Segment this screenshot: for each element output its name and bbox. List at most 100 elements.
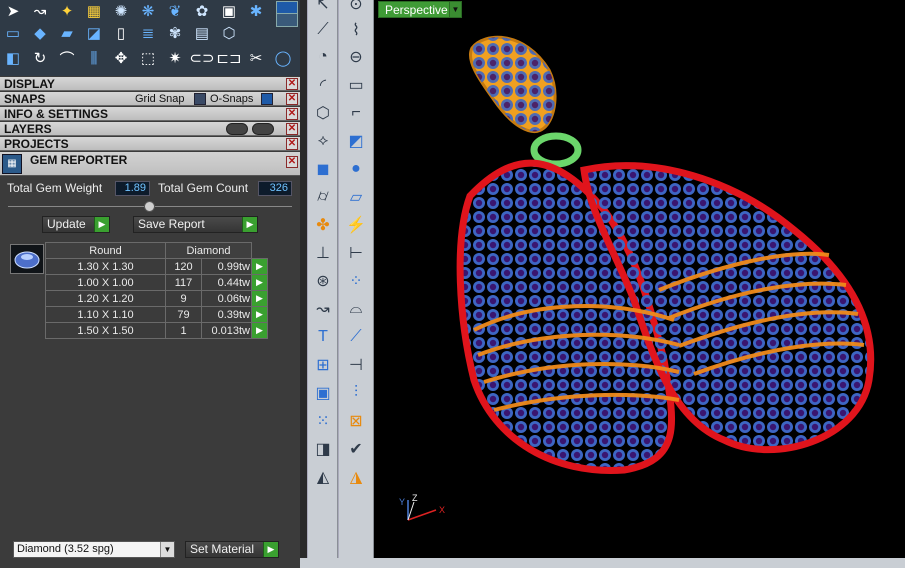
cubes-icon[interactable]: ◧ (0, 47, 26, 69)
curve-tool-icon[interactable]: ↝ (311, 297, 335, 321)
text-icon[interactable]: T (311, 325, 335, 349)
box-icon[interactable]: ◼ (311, 157, 335, 181)
snap-info-icon[interactable] (261, 93, 273, 105)
shape-icon[interactable]: ⬚ (135, 47, 161, 69)
rotate-icon[interactable]: ↻ (27, 47, 53, 69)
puzzle-icon[interactable]: ✤ (311, 213, 335, 237)
view-name-button[interactable]: Perspective (378, 1, 455, 18)
panel-slider-handle[interactable] (144, 201, 155, 212)
render-icon[interactable]: ◮ (344, 465, 368, 489)
file-icon[interactable]: ▯ (108, 22, 134, 44)
set-material-button[interactable]: Set Material ▶ (185, 541, 279, 558)
plane-icon[interactable]: ▱ (344, 185, 368, 209)
close-icon[interactable]: ✕ (286, 93, 298, 105)
leaf-icon[interactable]: ❦ (162, 0, 188, 22)
select-row-icon[interactable]: ▶ (251, 322, 268, 339)
chevron-down-icon[interactable]: ▼ (449, 1, 462, 18)
window-icon[interactable]: ▤ (189, 22, 215, 44)
select-row-icon[interactable]: ▶ (251, 290, 268, 307)
gem-sparkle-icon[interactable]: ✺ (108, 0, 134, 22)
circle-tool-icon[interactable]: ◔ (311, 45, 335, 69)
select-row-icon[interactable]: ▶ (251, 274, 268, 291)
cube-icon[interactable]: ▣ (311, 381, 335, 405)
hex-grid-icon[interactable]: ⬡ (216, 22, 242, 44)
prongs-icon[interactable]: ⫶ (344, 381, 368, 405)
grid-snap-label[interactable]: Grid Snap (135, 92, 185, 106)
stack-icon[interactable]: ≣ (135, 22, 161, 44)
arc-icon[interactable]: ◜ (311, 73, 335, 97)
page-icon[interactable]: ▰ (54, 22, 80, 44)
material-dropdown[interactable]: Diamond (3.52 spg) ▼ (13, 541, 175, 558)
circle-icon[interactable]: ◯ (270, 47, 296, 69)
table-row[interactable]: 1.30 X 1.30 120 0.99tw ▶ (45, 258, 268, 275)
section-layers[interactable]: LAYERS ✕ (0, 122, 300, 136)
select-row-icon[interactable]: ▶ (251, 258, 268, 275)
table-row[interactable]: 1.00 X 1.00 117 0.44tw ▶ (45, 274, 268, 291)
table-row[interactable]: 1.10 X 1.10 79 0.39tw ▶ (45, 306, 268, 323)
close-icon[interactable]: ✕ (286, 123, 298, 135)
section-snaps[interactable]: SNAPS Grid Snap O-Snaps ✕ (0, 92, 300, 106)
update-button[interactable]: Update ▶ (42, 216, 110, 233)
grid-snap-icon[interactable]: ▦ (81, 0, 107, 22)
gem-reporter-header[interactable]: ▦ GEM REPORTER ✕ (0, 152, 300, 176)
panel-toggle-icon[interactable] (276, 13, 298, 27)
curve-icon[interactable]: ↝ (27, 0, 53, 22)
split-icon[interactable]: ⊏⊐ (216, 47, 242, 69)
gem-cluster-icon[interactable]: ❋ (135, 0, 161, 22)
polyline-icon[interactable]: ⟋ (311, 18, 335, 42)
move-icon[interactable]: ✥ (108, 47, 134, 69)
surface-icon[interactable]: ◩ (344, 129, 368, 153)
polygon-icon[interactable]: ⬡ (311, 101, 335, 125)
edit-points-icon[interactable]: ⟡ (311, 129, 335, 153)
node-icon[interactable]: ⊙ (344, 0, 368, 16)
cut-icon[interactable]: ✂ (243, 47, 269, 69)
layer-visibility-icon[interactable] (226, 123, 248, 135)
measure-icon[interactable]: ⊠ (344, 409, 368, 433)
section-projects[interactable]: PROJECTS ✕ (0, 137, 300, 151)
section-display[interactable]: DISPLAY ✕ (0, 77, 300, 91)
chevron-down-icon[interactable]: ▼ (160, 542, 174, 557)
settings-flower-icon[interactable]: ✱ (243, 0, 269, 22)
solid-icon[interactable]: ◭ (311, 465, 335, 489)
bevel-icon[interactable]: ◪ (81, 22, 107, 44)
spheres-icon[interactable]: ● (344, 157, 368, 181)
save-report-button[interactable]: Save Report ▶ (133, 216, 258, 233)
table-row[interactable]: 1.20 X 1.20 9 0.06tw ▶ (45, 290, 268, 307)
gem-thumbnail[interactable] (10, 244, 44, 274)
o-snap-toggle-icon[interactable] (194, 93, 206, 105)
flower-icon[interactable]: ✿ (189, 0, 215, 22)
panel-divider[interactable] (300, 0, 307, 568)
select-arrow-icon[interactable]: ↖ (311, 0, 335, 16)
close-icon[interactable]: ✕ (286, 156, 298, 168)
bezier-icon[interactable]: ⌇ (344, 18, 368, 42)
table-row[interactable]: 1.50 X 1.50 1 0.013tw ▶ (45, 322, 268, 339)
mirror-icon[interactable]: ⫼ (81, 47, 107, 69)
fillet-icon[interactable]: ⌐ (344, 101, 368, 125)
diamond-icon[interactable]: ◆ (27, 22, 53, 44)
select-row-icon[interactable]: ▶ (251, 306, 268, 323)
eye-icon[interactable] (252, 123, 274, 135)
explode-icon[interactable]: ✷ (162, 47, 188, 69)
dimension-icon[interactable]: ⊢ (344, 241, 368, 265)
close-icon[interactable]: ✕ (286, 78, 298, 90)
camera-icon[interactable]: ▣ (216, 0, 242, 22)
section-info-settings[interactable]: INFO & SETTINGS ✕ (0, 107, 300, 121)
array-icon[interactable]: ⁙ (311, 409, 335, 433)
extrude-icon[interactable]: ⊥ (311, 241, 335, 265)
snap-line-icon[interactable]: ⟋ (344, 325, 368, 349)
boolean-icon[interactable]: ⊛ (311, 269, 335, 293)
checkmark-icon[interactable]: ✔ (344, 437, 368, 461)
lightning-icon[interactable]: ⚡ (344, 213, 368, 237)
pen-curve-icon[interactable]: ⌒ (54, 47, 80, 69)
snap-star-icon[interactable]: ✦ (54, 0, 80, 22)
cylinder-icon[interactable]: ⌭ (311, 185, 335, 209)
flower-gear-icon[interactable]: ✾ (162, 22, 188, 44)
flip-icon[interactable]: ◨ (311, 437, 335, 461)
trim-icon[interactable]: ⊣ (344, 353, 368, 377)
group-icon[interactable]: ⊞ (311, 353, 335, 377)
close-icon[interactable]: ✕ (286, 138, 298, 150)
cluster-icon[interactable]: ⁘ (344, 269, 368, 293)
o-snaps-label[interactable]: O-Snaps (210, 92, 253, 106)
jewelry-model[interactable] (374, 0, 905, 558)
arrow-icon[interactable]: ➤ (0, 0, 26, 22)
